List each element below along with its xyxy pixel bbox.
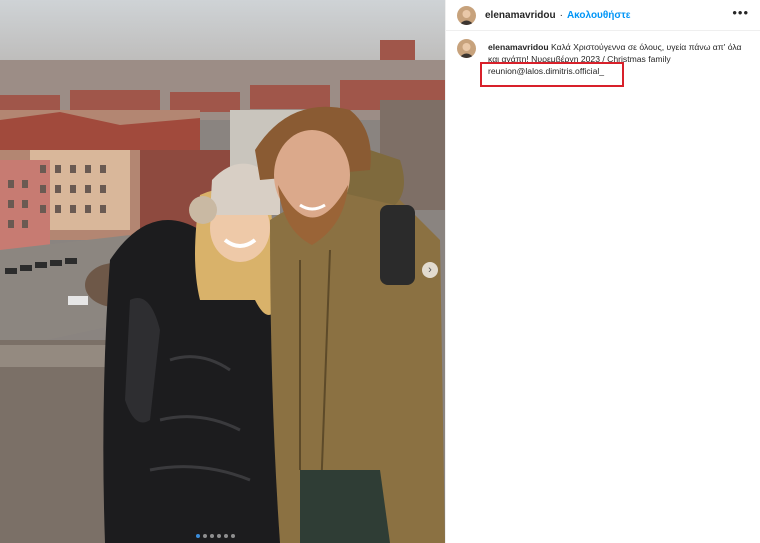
carousel-dot[interactable] — [203, 534, 207, 538]
carousel-dot[interactable] — [231, 534, 235, 538]
follow-button[interactable]: Ακολουθήστε — [567, 10, 631, 21]
highlight-box — [480, 62, 624, 87]
carousel-dot[interactable] — [196, 534, 200, 538]
carousel-dots — [196, 534, 235, 538]
chevron-right-icon: › — [428, 264, 432, 276]
carousel-dot[interactable] — [217, 534, 221, 538]
carousel-dot[interactable] — [224, 534, 228, 538]
carousel-next-button[interactable]: › — [422, 262, 438, 278]
avatar[interactable] — [457, 39, 476, 58]
separator-dot: · — [559, 9, 563, 21]
post-photo[interactable]: › — [0, 0, 445, 543]
post-header: elenamavridou · Ακολουθήστε ••• — [446, 0, 760, 31]
carousel-dot[interactable] — [210, 534, 214, 538]
header-username[interactable]: elenamavridou — [485, 10, 556, 21]
more-horizontal-icon[interactable]: ••• — [732, 5, 749, 20]
avatar[interactable] — [457, 5, 476, 25]
caption-username[interactable]: elenamavridou — [488, 42, 549, 52]
